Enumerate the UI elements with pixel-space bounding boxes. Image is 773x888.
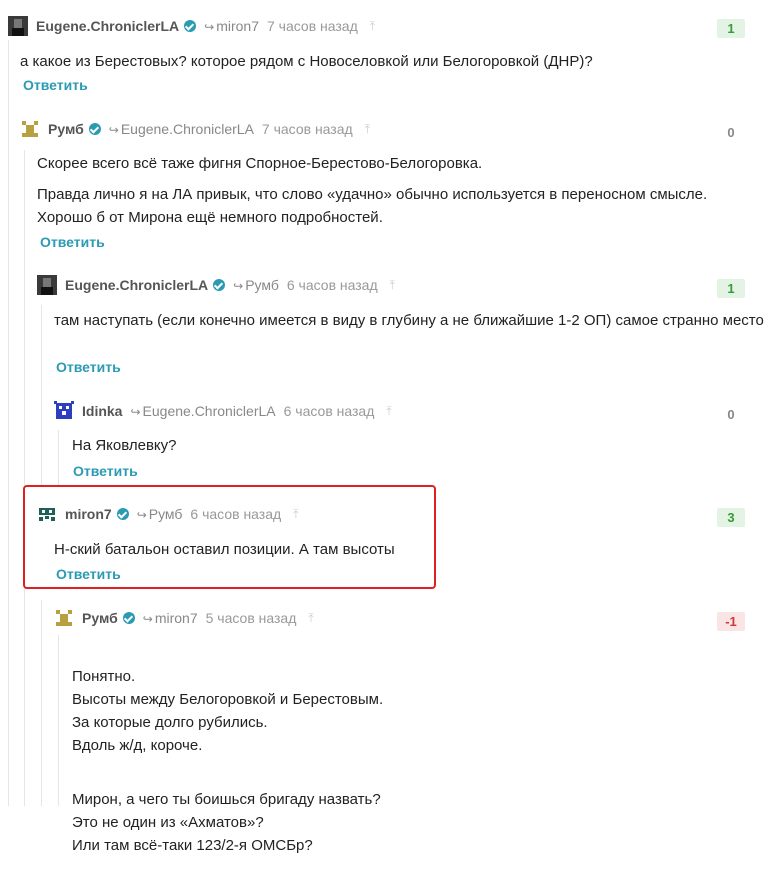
- thread-line: [8, 40, 9, 806]
- comment-text: Скорее всего всё таже фигня Спорное-Бере…: [37, 155, 708, 226]
- verified-icon: [88, 123, 101, 135]
- reply-arrow-icon: ↪: [136, 508, 147, 522]
- reply-arrow-icon: ↪: [233, 279, 244, 293]
- verified-icon: [213, 279, 226, 291]
- timestamp[interactable]: 5 часов назад: [206, 610, 297, 626]
- reply-arrow-icon: ↪: [108, 123, 119, 137]
- avatar[interactable]: [20, 119, 40, 139]
- avatar[interactable]: [54, 401, 74, 421]
- author-name[interactable]: Eugene.ChroniclerLA: [65, 277, 208, 293]
- thread-line: [58, 635, 59, 806]
- reply-to-name[interactable]: Румб: [149, 506, 183, 522]
- score-badge: 1: [717, 19, 745, 38]
- avatar[interactable]: [37, 275, 57, 295]
- timestamp[interactable]: 7 часов назад: [267, 18, 358, 34]
- author-name[interactable]: Idinka: [82, 403, 122, 419]
- parent-link-icon[interactable]: ⤒: [365, 122, 370, 137]
- score-badge: -1: [717, 612, 745, 631]
- reply-to-name[interactable]: Румб: [245, 277, 279, 293]
- score-badge: 0: [727, 125, 735, 140]
- comment-header: Румб ↪ miron7 5 часов назад ⤒: [54, 605, 314, 631]
- parent-link-icon[interactable]: ⤒: [308, 611, 313, 626]
- author-name[interactable]: miron7: [65, 506, 112, 522]
- parent-link-icon[interactable]: ⤒: [293, 507, 298, 522]
- reply-arrow-icon: ↪: [204, 20, 215, 34]
- reply-to-link[interactable]: ↪ miron7: [143, 610, 198, 626]
- comment-header: Eugene.ChroniclerLA ↪ miron7 7 часов наза…: [8, 13, 375, 39]
- avatar[interactable]: [54, 608, 74, 628]
- reply-button[interactable]: Ответить: [73, 463, 138, 479]
- score-badge: 0: [727, 407, 735, 422]
- reply-button[interactable]: Ответить: [56, 359, 121, 375]
- verified-icon: [184, 20, 197, 32]
- reply-to-link[interactable]: ↪ Eugene.ChroniclerLA: [130, 403, 275, 419]
- thread-line: [58, 430, 59, 485]
- reply-to-link[interactable]: ↪ Eugene.ChroniclerLA: [109, 121, 254, 137]
- timestamp[interactable]: 6 часов назад: [284, 403, 375, 419]
- reply-button[interactable]: Ответить: [56, 566, 121, 582]
- comment-text: На Яковлевку?: [72, 437, 177, 454]
- reply-arrow-icon: ↪: [142, 612, 153, 626]
- timestamp[interactable]: 7 часов назад: [262, 121, 353, 137]
- timestamp[interactable]: 6 часов назад: [287, 277, 378, 293]
- reply-to-link[interactable]: ↪ miron7: [204, 18, 259, 34]
- score-badge: 1: [717, 279, 745, 298]
- reply-arrow-icon: ↪: [130, 405, 141, 419]
- reply-button[interactable]: Ответить: [40, 234, 105, 250]
- comment-text: Понятно. Высоты между Белогоровкой и Бер…: [72, 668, 384, 854]
- author-name[interactable]: Румб: [82, 610, 118, 626]
- author-name[interactable]: Румб: [48, 121, 84, 137]
- reply-to-name[interactable]: miron7: [216, 18, 259, 34]
- avatar[interactable]: [8, 16, 28, 36]
- comment-header: Eugene.ChroniclerLA ↪ Румб 6 часов назад …: [37, 272, 395, 298]
- thread-line: [41, 305, 42, 485]
- score-badge: 3: [717, 508, 745, 527]
- comment-text: там наступать (если конечно имеется в ви…: [54, 312, 764, 329]
- comment-header: Idinka ↪ Eugene.ChroniclerLA 6 часов наза…: [54, 398, 392, 424]
- reply-to-name[interactable]: Eugene.ChroniclerLA: [121, 121, 254, 137]
- comment-text: Н-ский батальон оставил позиции. А там в…: [54, 541, 395, 558]
- comment-text: а какое из Берестовых? которое рядом с Н…: [20, 53, 593, 70]
- author-name[interactable]: Eugene.ChroniclerLA: [36, 18, 179, 34]
- avatar[interactable]: [37, 504, 57, 524]
- thread-line: [41, 600, 42, 806]
- parent-link-icon[interactable]: ⤒: [386, 404, 391, 419]
- comment-header: miron7 ↪ Румб 6 часов назад ⤒: [37, 501, 299, 527]
- comment-header: Румб ↪ Eugene.ChroniclerLA 7 часов назад …: [20, 116, 370, 142]
- reply-to-name[interactable]: miron7: [155, 610, 198, 626]
- parent-link-icon[interactable]: ⤒: [390, 278, 395, 293]
- verified-icon: [116, 508, 129, 520]
- reply-button[interactable]: Ответить: [23, 77, 88, 93]
- reply-to-name[interactable]: Eugene.ChroniclerLA: [143, 403, 276, 419]
- verified-icon: [122, 612, 135, 624]
- parent-link-icon[interactable]: ⤒: [370, 19, 375, 34]
- timestamp[interactable]: 6 часов назад: [190, 506, 281, 522]
- thread-line: [24, 150, 25, 806]
- reply-to-link[interactable]: ↪ Румб: [233, 277, 279, 293]
- reply-to-link[interactable]: ↪ Румб: [137, 506, 183, 522]
